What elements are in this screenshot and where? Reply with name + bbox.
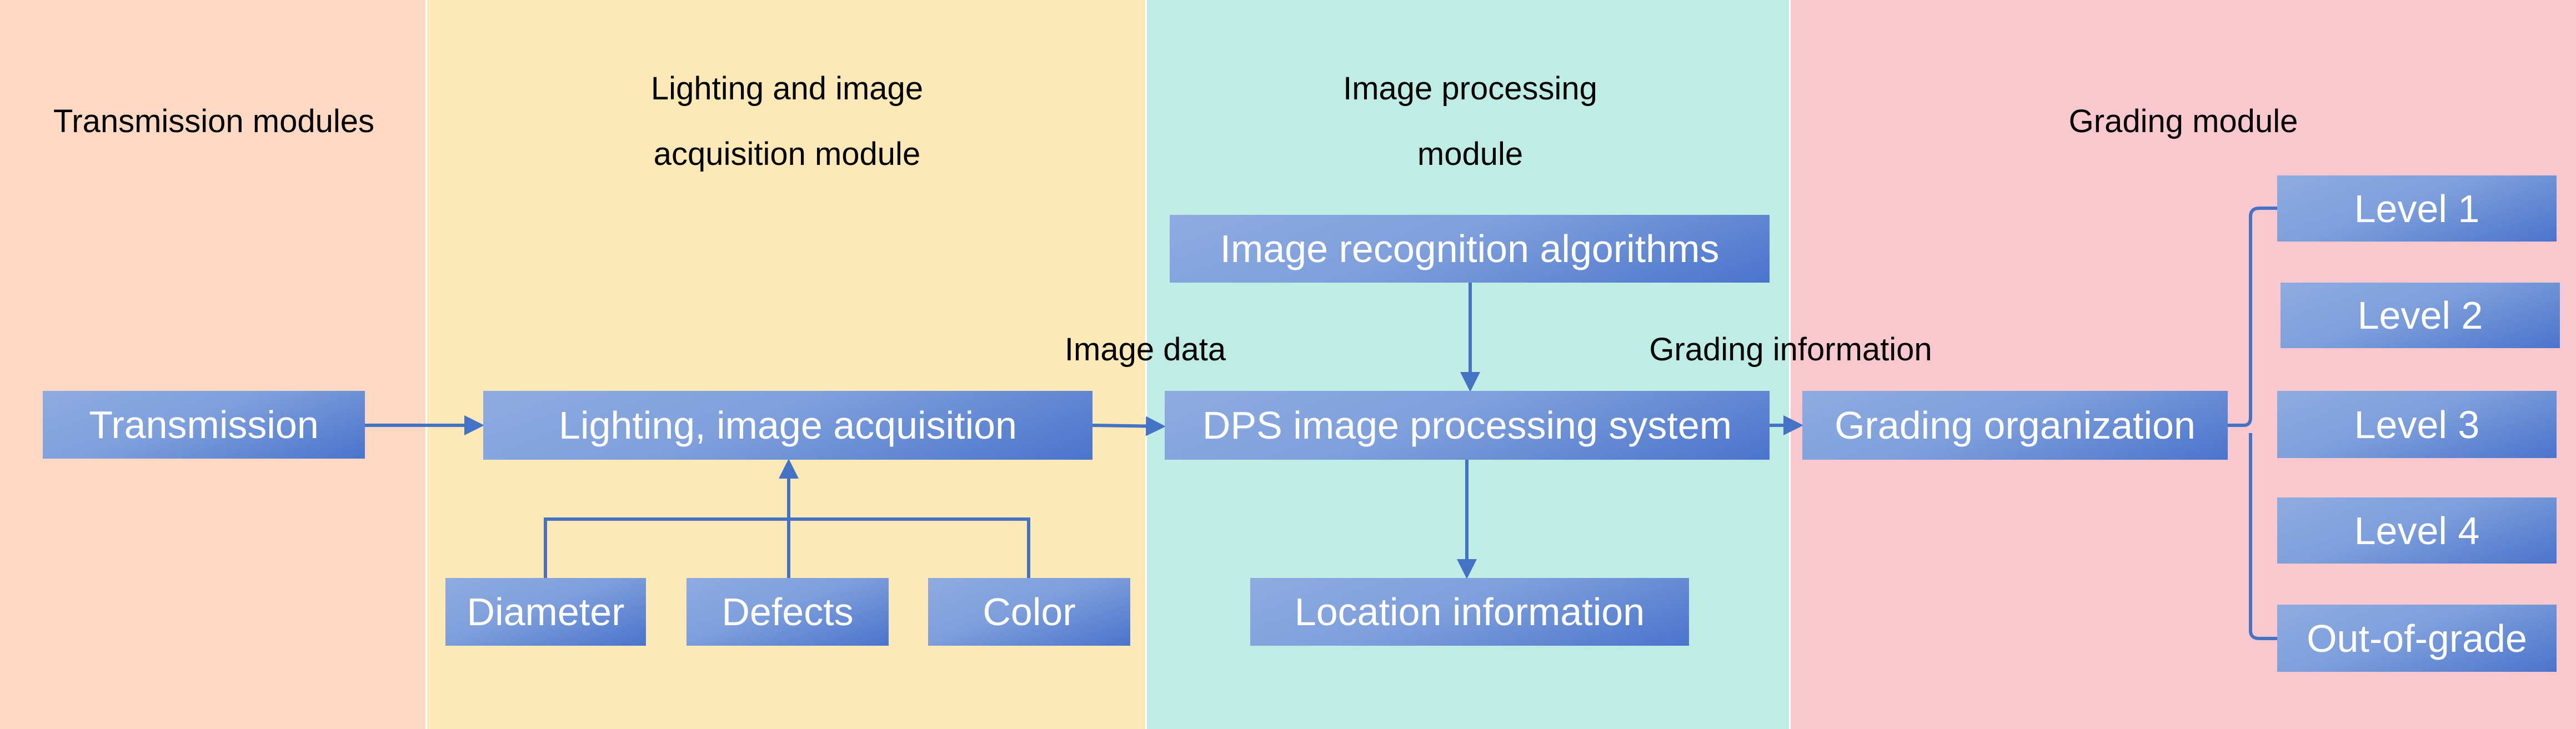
color-node: Color xyxy=(928,578,1130,646)
level-3-node: Level 3 xyxy=(2277,391,2557,458)
defects-node: Defects xyxy=(686,578,889,646)
recognition-node: Image recognition algorithms xyxy=(1170,215,1770,283)
grading-organization-node: Grading organization xyxy=(1802,391,2228,460)
diameter-node: Diameter xyxy=(445,578,646,646)
grading-bracket xyxy=(2228,207,2277,640)
level-4-node: Level 4 xyxy=(2277,497,2557,564)
location-node: Location information xyxy=(1250,578,1689,646)
level-2-node: Level 2 xyxy=(2281,283,2560,348)
out-of-grade-node: Out-of-grade xyxy=(2277,605,2557,672)
transmission-node: Transmission xyxy=(43,391,365,459)
level-1-node: Level 1 xyxy=(2277,175,2557,242)
arrow-lighting-to-dps xyxy=(1092,416,1166,436)
dps-node: DPS image processing system xyxy=(1165,391,1770,460)
lighting-node: Lighting, image acquisition xyxy=(483,391,1092,460)
